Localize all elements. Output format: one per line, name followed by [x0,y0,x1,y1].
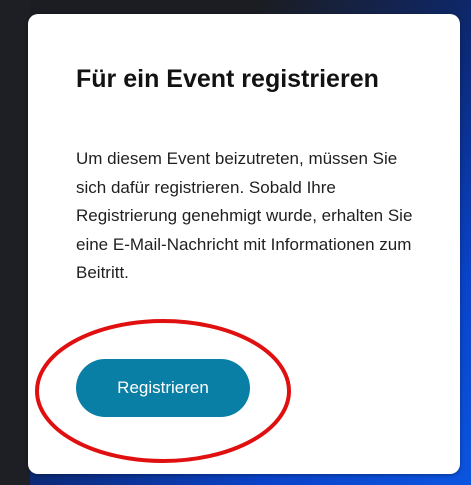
dialog-title: Für ein Event registrieren [76,65,379,93]
register-button[interactable]: Registrieren [76,359,250,417]
registration-dialog: Für ein Event registrieren Um diesem Eve… [28,14,460,474]
dialog-message: Um diesem Event beizutreten, müssen Sie … [76,149,413,282]
background-edge [0,0,30,485]
